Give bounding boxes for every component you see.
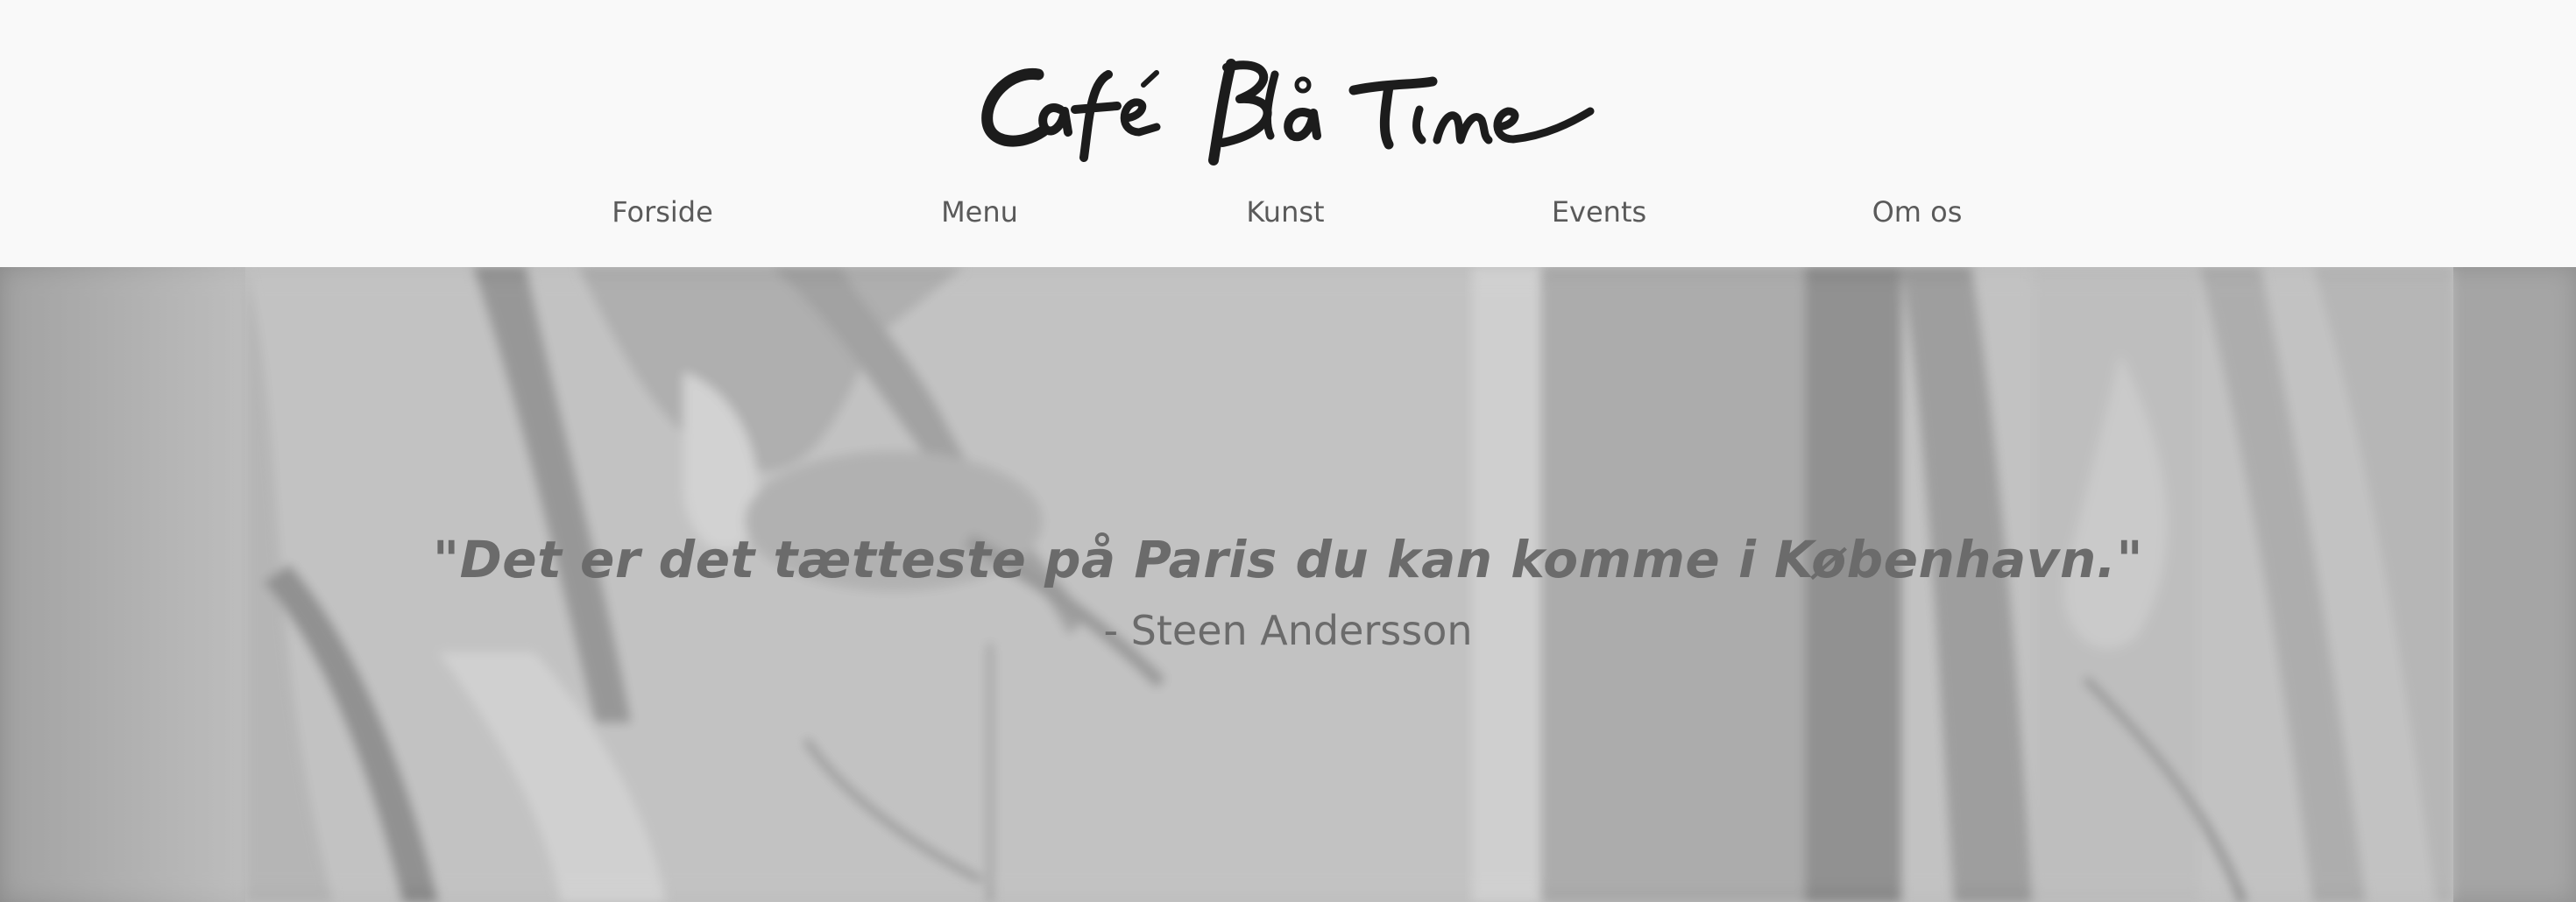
site-header: Forside Menu Kunst Events Om os bbox=[0, 0, 2576, 267]
site-logo[interactable] bbox=[977, 48, 1599, 166]
nav-item-forside[interactable]: Forside bbox=[612, 191, 713, 233]
hero-quote-author: - Steen Andersson bbox=[1103, 607, 1473, 654]
main-nav: Forside Menu Kunst Events Om os bbox=[0, 191, 2576, 233]
nav-item-kunst[interactable]: Kunst bbox=[1246, 191, 1324, 233]
page: Forside Menu Kunst Events Om os "Det er … bbox=[0, 0, 2576, 902]
nav-item-om-os[interactable]: Om os bbox=[1872, 191, 1963, 233]
hero-quote: "Det er det tætteste på Paris du kan kom… bbox=[432, 530, 2144, 589]
nav-item-menu[interactable]: Menu bbox=[941, 191, 1018, 233]
nav-item-events[interactable]: Events bbox=[1552, 191, 1646, 233]
logo-script-image bbox=[981, 59, 1595, 166]
hero-section: "Det er det tætteste på Paris du kan kom… bbox=[0, 267, 2576, 902]
